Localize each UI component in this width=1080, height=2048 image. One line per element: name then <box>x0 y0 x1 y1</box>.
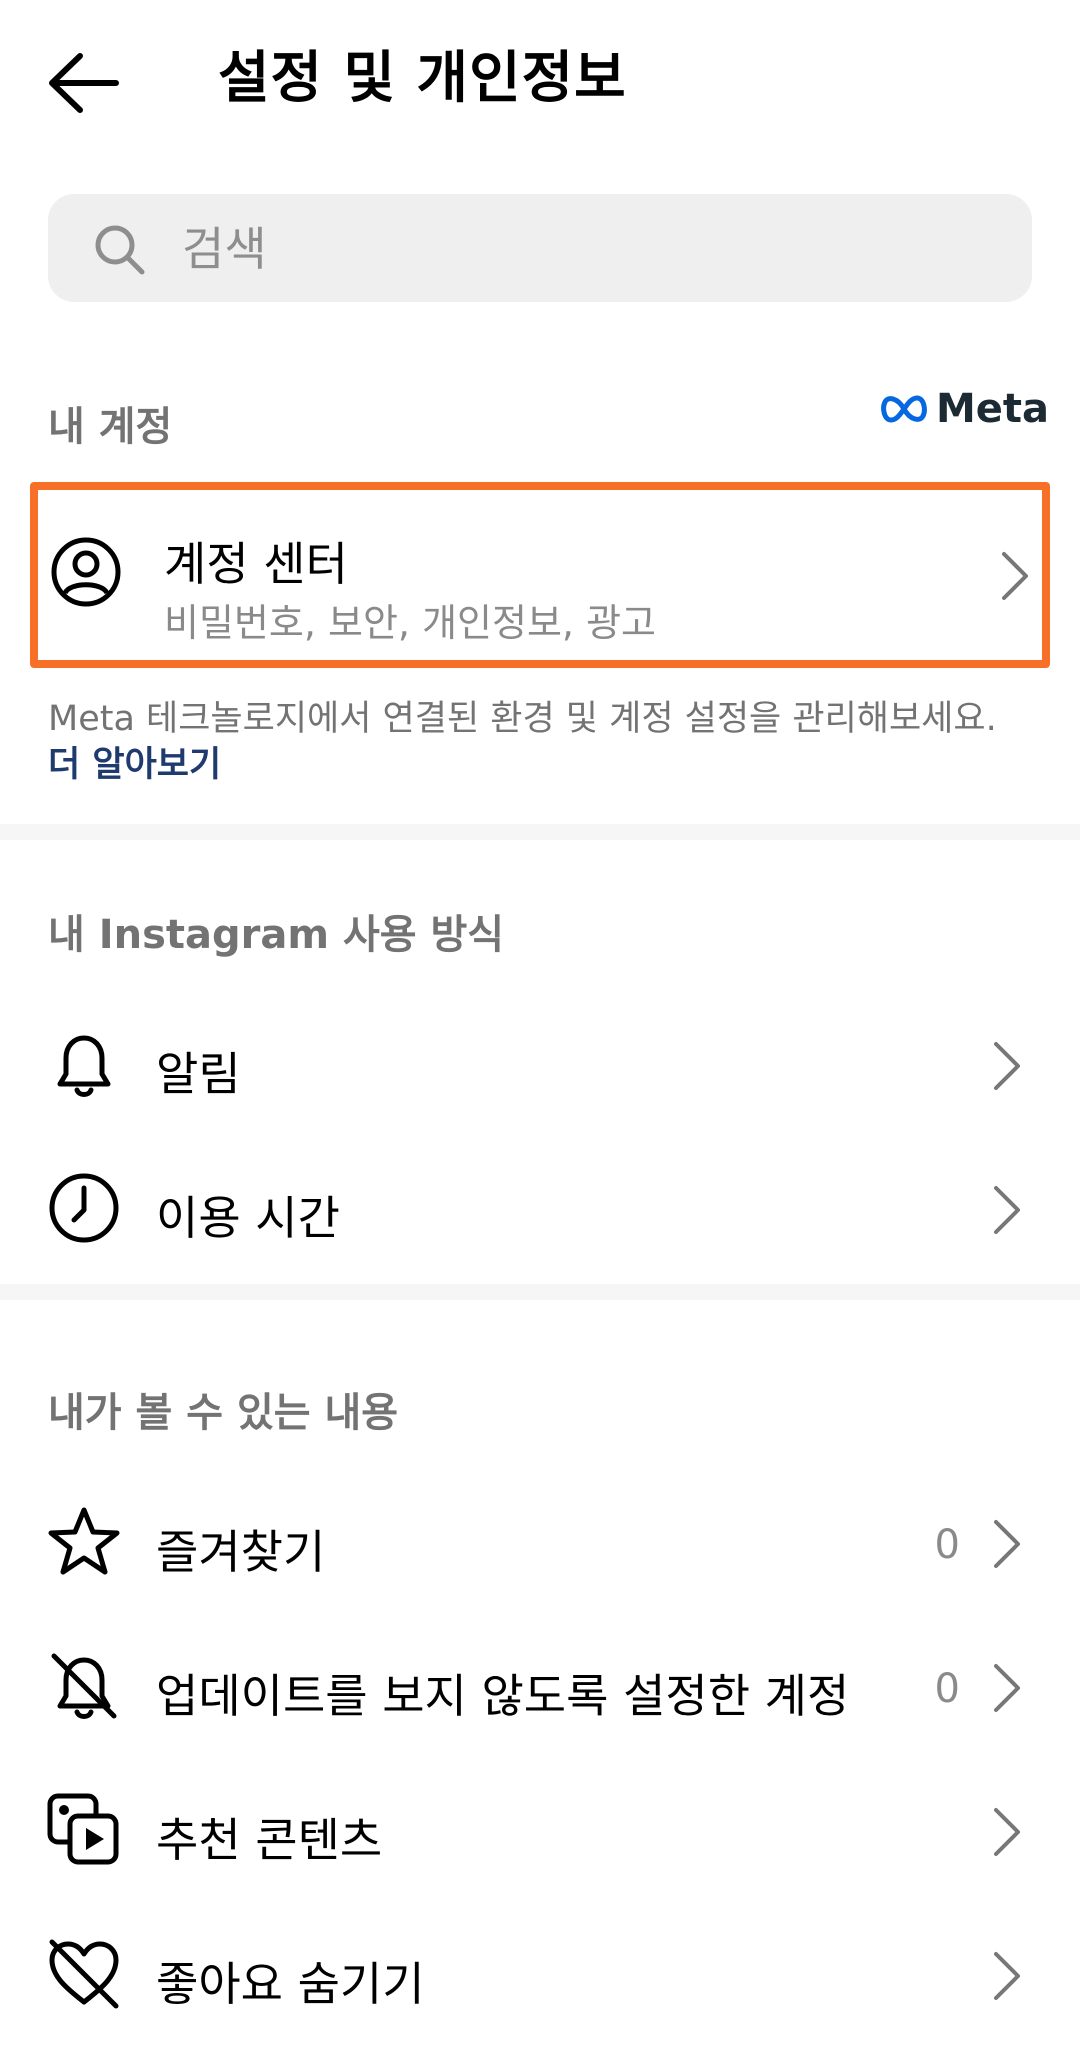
bell-off-icon <box>51 1653 117 1719</box>
chevron-right-icon <box>994 1808 1020 1856</box>
suggested-content-label: 추천 콘텐츠 <box>156 1813 383 1867</box>
profile-circle-icon <box>51 537 121 607</box>
chevron-right-icon <box>994 1664 1020 1712</box>
section-label-what-you-see: 내가 볼 수 있는 내용 <box>48 1390 399 1436</box>
star-icon <box>48 1507 120 1575</box>
time-spent-label: 이용 시간 <box>156 1191 340 1245</box>
muted-accounts-count: 0 <box>934 1666 960 1712</box>
section-divider <box>0 824 1080 840</box>
chevron-right-icon <box>994 1186 1020 1234</box>
search-icon <box>95 225 145 275</box>
chevron-right-icon <box>994 1042 1020 1090</box>
meta-brand-text: Meta <box>936 386 1050 432</box>
chevron-right-icon <box>994 1952 1020 2000</box>
favorites-label: 즐겨찾기 <box>156 1525 326 1579</box>
hide-likes-label: 좋아요 숨기기 <box>156 1957 425 2011</box>
list-item-suggested-content[interactable]: 추천 콘텐츠 <box>0 1760 1080 1904</box>
meta-infinity-icon <box>881 395 927 423</box>
list-item-muted-accounts[interactable]: 업데이트를 보지 않도록 설정한 계정 0 <box>0 1616 1080 1760</box>
meta-logo: Meta <box>880 384 1049 434</box>
list-item-notifications[interactable]: 알림 <box>0 994 1080 1138</box>
muted-accounts-label: 업데이트를 보지 않도록 설정한 계정 <box>156 1669 850 1723</box>
learn-more-link[interactable]: 더 알아보기 <box>48 745 221 785</box>
header: 설정 및 개인정보 <box>0 0 1080 160</box>
accounts-center-subtitle: 비밀번호, 보안, 개인정보, 광고 <box>164 601 656 645</box>
chevron-right-icon <box>1002 552 1028 600</box>
description-text: Meta 테크놀로지에서 연결된 환경 및 계정 설정을 관리해보세요. <box>48 699 997 739</box>
chevron-right-icon <box>994 1520 1020 1568</box>
back-arrow-icon[interactable] <box>46 50 120 116</box>
section-label-how-you-use: 내 Instagram 사용 방식 <box>48 912 505 958</box>
search-bar[interactable] <box>48 194 1032 302</box>
suggested-content-icon <box>47 1793 119 1865</box>
notifications-label: 알림 <box>156 1047 241 1101</box>
favorites-count: 0 <box>934 1522 960 1568</box>
accounts-center-title: 계정 센터 <box>164 537 348 591</box>
list-item-time-spent[interactable]: 이용 시간 <box>0 1138 1080 1282</box>
search-input[interactable] <box>180 212 1004 286</box>
list-item-hide-likes[interactable]: 좋아요 숨기기 <box>0 1904 1080 2048</box>
heart-off-icon <box>49 1939 119 2009</box>
clock-icon <box>49 1173 119 1243</box>
page-title: 설정 및 개인정보 <box>218 46 627 111</box>
section-label-my-account: 내 계정 <box>48 404 173 450</box>
accounts-center-item[interactable]: 계정 센터 비밀번호, 보안, 개인정보, 광고 <box>30 482 1050 668</box>
list-item-favorites[interactable]: 즐겨찾기 0 <box>0 1472 1080 1616</box>
section-divider <box>0 1284 1080 1300</box>
accounts-center-description: Meta 테크놀로지에서 연결된 환경 및 계정 설정을 관리해보세요. 더 알… <box>48 696 1038 788</box>
bell-icon <box>57 1035 111 1097</box>
